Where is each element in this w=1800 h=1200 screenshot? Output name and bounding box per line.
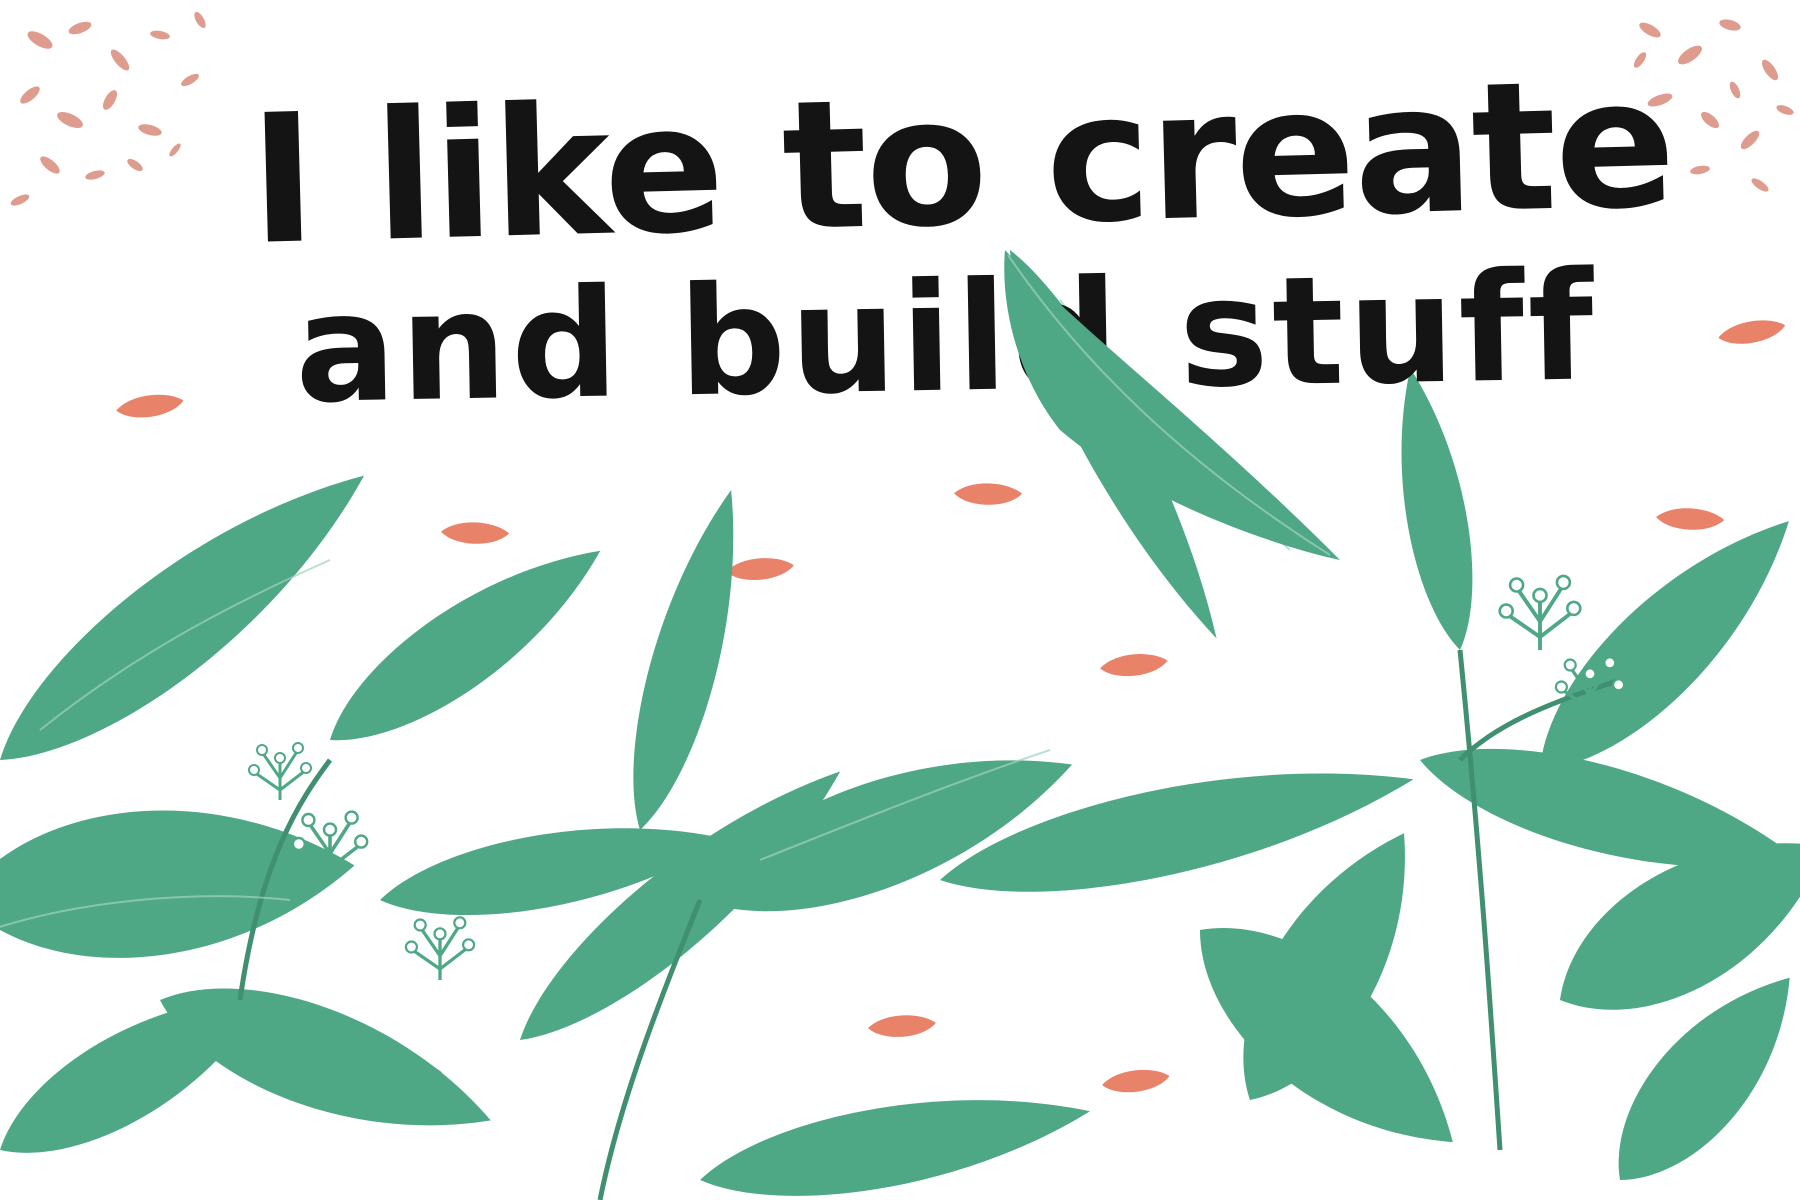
poster-canvas: I like to create and build stuff — [0, 0, 1800, 1200]
headline-line-2: and build stuff — [293, 240, 1599, 437]
corner-cluster-top-left — [10, 11, 206, 206]
headline-line-1: I like to create — [247, 39, 1677, 284]
